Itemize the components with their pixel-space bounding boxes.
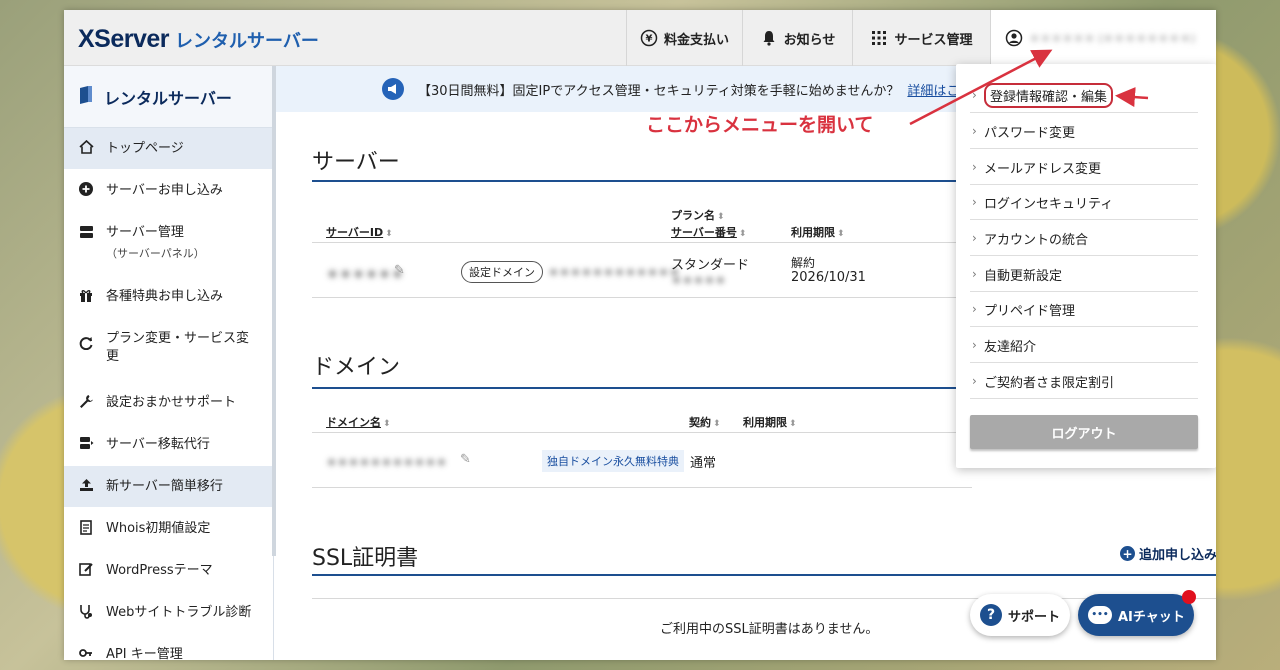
- app-window: XServer レンタルサーバー ¥ 料金支払い お知らせ サービス管理 ＊＊＊…: [64, 10, 1216, 660]
- chat-bubble-icon: •••: [1088, 606, 1112, 624]
- annotation-arrow-left: [1115, 87, 1149, 108]
- support-button[interactable]: ? サポート: [970, 594, 1070, 636]
- question-icon: ?: [980, 604, 1002, 626]
- notification-dot: [1182, 590, 1196, 604]
- ai-chat-button[interactable]: ••• AIチャット: [1078, 594, 1194, 636]
- annotation-arrows: [909, 49, 1149, 126]
- ai-chat-label: AIチャット: [1118, 609, 1185, 625]
- annotation-arrow-up: [909, 49, 1053, 126]
- support-label: サポート: [1008, 609, 1061, 625]
